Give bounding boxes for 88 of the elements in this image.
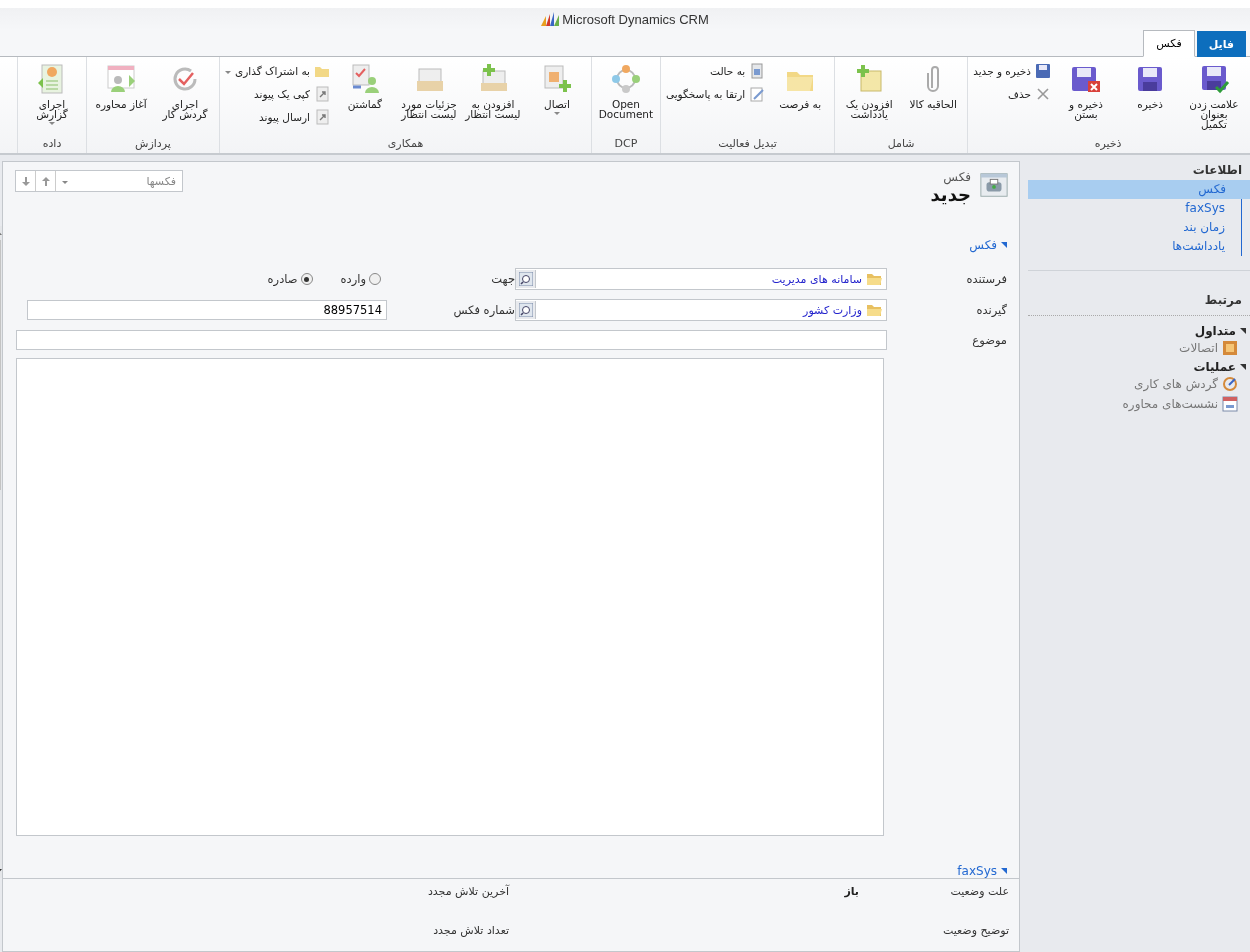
ribbon-button[interactable]: آغاز محاوره: [90, 61, 152, 135]
search-icon[interactable]: [516, 301, 536, 319]
expand-triangle-icon[interactable]: [1001, 242, 1007, 248]
x-mark-icon: [1035, 86, 1051, 102]
ribbon-button[interactable]: الحاقیه کالا: [902, 61, 965, 135]
section-title: faxSys: [957, 864, 997, 878]
ribbon-button[interactable]: ذخیره و جدید: [971, 62, 1053, 80]
radio-button[interactable]: [300, 273, 313, 285]
text-field[interactable]: [16, 330, 887, 350]
ribbon-button[interactable]: ارتقا به پاسخگویی: [663, 85, 768, 103]
text-field[interactable]: 88957514: [27, 300, 387, 320]
ribbon-tab[interactable]: فکس: [1143, 30, 1195, 57]
ribbon-button[interactable]: ذخیره و بستن: [1055, 61, 1117, 135]
nav-heading: اطلاعات: [1191, 163, 1243, 177]
field-label: شماره فکس: [452, 303, 515, 317]
caret-icon[interactable]: [49, 122, 55, 125]
group-title: پردازش: [134, 136, 172, 152]
expand-triangle-icon[interactable]: [1240, 328, 1246, 334]
nav-item[interactable]: یادداشت‌ها: [1036, 237, 1242, 256]
document-link-icon: [313, 86, 330, 102]
ribbon-button[interactable]: به اشتراک گذاری: [223, 62, 332, 80]
document-link-icon: [313, 109, 330, 125]
field-label: تعداد تلاش مجدد: [432, 924, 509, 939]
app-title: Microsoft Dynamics CRM: [562, 11, 709, 27]
search-icon[interactable]: [516, 270, 536, 288]
field-label: موضوع: [971, 333, 1007, 347]
field-label: جهت: [490, 272, 515, 286]
field-label: علت وضعیت: [949, 885, 1009, 900]
ribbon-button[interactable]: حذف: [971, 85, 1053, 103]
ribbon-button[interactable]: جزئیات مورد لیست انتظار: [397, 61, 460, 135]
lookup-value[interactable]: سامانه های مدیریت: [771, 272, 862, 286]
nav-link[interactable]: گردش های کاری: [1028, 374, 1250, 394]
nav-link[interactable]: نشست‌های محاوره: [1028, 394, 1250, 414]
window-icon: [1222, 396, 1238, 412]
file-tab[interactable]: فایل: [1196, 31, 1246, 57]
paperclip-icon: [926, 63, 941, 95]
nav-item[interactable]: faxSys: [1036, 199, 1242, 218]
nav-link[interactable]: اتصالات: [1028, 338, 1250, 358]
person-window-icon: [105, 63, 137, 95]
ribbon-button[interactable]: اجرای گردش کار: [154, 61, 216, 135]
pencil-note-icon: [749, 86, 766, 102]
field-value: باز: [844, 885, 859, 900]
field-label: توضیح وضعیت: [941, 924, 1009, 939]
ribbon-button[interactable]: Open Document: [594, 61, 657, 135]
ribbon-button[interactable]: اتصال: [525, 61, 588, 135]
nav-heading: مرتبط: [1203, 293, 1243, 307]
ribbon-button[interactable]: گماشتن: [333, 61, 396, 135]
caret-icon: [62, 181, 68, 184]
ribbon-button[interactable]: به فرصت: [769, 61, 832, 135]
nav-item[interactable]: زمان بند: [1036, 218, 1242, 237]
caret-icon[interactable]: [553, 112, 560, 115]
field-label: آخرین تلاش مجدد: [426, 885, 509, 900]
lookup-field[interactable]: وزارت کشور: [515, 299, 887, 321]
group-title: داده: [41, 136, 63, 152]
folder-icon: [866, 271, 882, 287]
entity-name: فکس: [942, 170, 971, 184]
field-label: گیرنده: [975, 303, 1007, 317]
group-title: شامل: [886, 136, 916, 152]
ribbon-button[interactable]: افزودن به لیست انتظار: [461, 61, 524, 135]
group-title: ذخیره: [1093, 136, 1123, 152]
radio-option[interactable]: وارده: [334, 271, 387, 287]
record-title: جدید: [930, 184, 971, 205]
expand-triangle-icon[interactable]: [1240, 364, 1246, 370]
ribbon-button[interactable]: اجرای گزارش: [21, 61, 83, 135]
nav-group-title: عملیات: [1193, 360, 1236, 374]
group-title: همکاری: [386, 136, 425, 152]
folder-icon: [866, 302, 882, 318]
connection-icon: [1222, 340, 1238, 356]
caret-icon[interactable]: [225, 71, 231, 74]
ribbon-button[interactable]: علامت زدن بعنوان تکمیل: [1183, 61, 1245, 135]
radio-button[interactable]: [369, 273, 381, 285]
document-icon: [749, 63, 766, 79]
fax-machine-icon: [979, 170, 1009, 200]
field-label: فرستنده: [965, 272, 1007, 286]
section-title: فکس: [969, 238, 997, 252]
ribbon-button[interactable]: ارسال پیوند: [223, 108, 332, 126]
ribbon-button[interactable]: افزودن یک یادداشت: [838, 61, 901, 135]
ribbon-button[interactable]: ذخیره: [1119, 61, 1181, 135]
lookup-value[interactable]: وزارت کشور: [803, 303, 862, 317]
radio-option[interactable]: صادره: [261, 271, 319, 287]
group-title: تبدیل فعالیت: [717, 136, 778, 152]
ribbon-button[interactable]: کپی یک پیوند: [223, 85, 332, 103]
logo-icon: [541, 12, 560, 26]
people-circle-icon: [609, 63, 642, 95]
group-title: DCP: [613, 136, 639, 152]
ribbon-button[interactable]: به حالت: [663, 62, 768, 80]
lookup-field[interactable]: سامانه های مدیریت: [515, 268, 887, 290]
nav-group-title: متداول: [1194, 324, 1236, 338]
